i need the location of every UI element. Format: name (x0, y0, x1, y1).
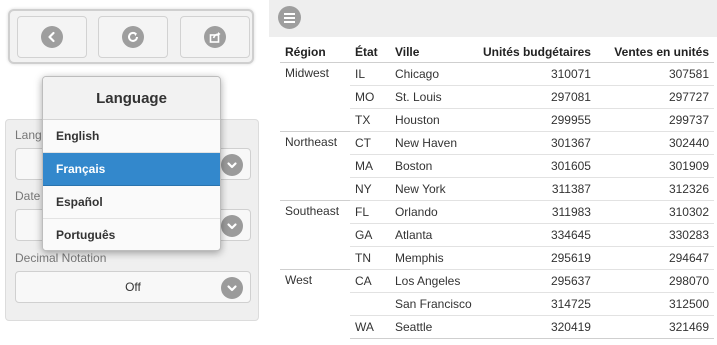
sales-units-cell: 301909 (595, 153, 714, 177)
column-header-sales-units[interactable]: Ventes en unités (595, 42, 714, 63)
sales-units-cell: 299737 (595, 107, 714, 131)
column-header-budget-units[interactable]: Unités budgétaires (477, 42, 596, 63)
budget-units-cell: 334645 (477, 222, 596, 246)
chevron-down-icon[interactable] (221, 215, 243, 237)
decimal-notation-value: Off (125, 280, 141, 294)
city-cell: Atlanta (389, 222, 478, 246)
menu-icon[interactable] (278, 6, 301, 29)
state-cell: NY (349, 176, 390, 200)
refresh-button[interactable] (98, 16, 168, 58)
chevron-down-icon[interactable] (221, 154, 243, 176)
state-cell: CT (349, 130, 390, 154)
sales-units-cell: 330283 (595, 222, 714, 246)
sales-units-cell: 298070 (595, 268, 714, 292)
state-cell: CA (349, 268, 390, 292)
state-cell: FL (349, 199, 390, 223)
state-cell: MO (349, 84, 390, 108)
toolbar (8, 9, 254, 64)
language-option-espanol[interactable]: Español (43, 186, 220, 219)
sales-units-cell: 302440 (595, 130, 714, 154)
column-header-state[interactable]: État (349, 42, 390, 63)
city-cell: Memphis (389, 245, 478, 269)
chevron-down-icon[interactable] (221, 277, 243, 299)
language-option-english[interactable]: English (43, 120, 220, 153)
region-cell: Northeast (280, 130, 350, 200)
budget-units-cell: 301605 (477, 153, 596, 177)
table-row[interactable]: Northeast CT New Haven 301367 302440 (280, 130, 714, 200)
state-cell: WA (349, 314, 390, 339)
budget-units-cell: 311387 (477, 176, 596, 200)
region-cell: West (280, 268, 350, 338)
city-cell: St. Louis (389, 84, 478, 108)
sales-units-cell: 321469 (595, 314, 714, 339)
city-cell: New Haven (389, 130, 478, 154)
budget-units-cell: 295637 (477, 268, 596, 292)
region-cell: Southeast (280, 199, 350, 269)
city-cell: Orlando (389, 199, 478, 223)
city-cell: Los Angeles (389, 268, 478, 292)
left-panel: Language Date Decimal Notation Off Langu… (0, 0, 268, 345)
state-cell: GA (349, 222, 390, 246)
state-cell: TN (349, 245, 390, 269)
state-cell: TX (349, 107, 390, 131)
refresh-icon (122, 26, 144, 48)
region-cell: Midwest (280, 61, 350, 131)
budget-units-cell: 311983 (477, 199, 596, 223)
city-cell: Boston (389, 153, 478, 177)
budget-units-cell: 301367 (477, 130, 596, 154)
language-popup-title: Language (43, 77, 220, 120)
city-cell: New York (389, 176, 478, 200)
right-panel: Région État Ville Unités budgétaires Ven… (269, 0, 717, 345)
language-option-francais[interactable]: Français (43, 153, 220, 186)
data-table: Région État Ville Unités budgétaires Ven… (280, 42, 714, 339)
budget-units-cell: 314725 (477, 291, 596, 315)
table-row[interactable]: Southeast FL Orlando 311983 310302 (280, 199, 714, 269)
sales-units-cell: 307581 (595, 61, 714, 85)
decimal-notation-select[interactable]: Off (15, 271, 251, 303)
state-cell (349, 291, 390, 315)
city-cell: San Francisco (389, 291, 478, 315)
column-header-city[interactable]: Ville (389, 42, 478, 63)
city-cell: Chicago (389, 61, 478, 85)
budget-units-cell: 320419 (477, 314, 596, 339)
sales-units-cell: 312500 (595, 291, 714, 315)
share-button[interactable] (180, 16, 250, 58)
city-cell: Houston (389, 107, 478, 131)
share-icon (204, 26, 226, 48)
decimal-notation-label: Decimal Notation (15, 251, 107, 265)
sales-units-cell: 312326 (595, 176, 714, 200)
header-bar (269, 0, 717, 37)
table-body: Midwest IL Chicago 310071 307581 MO St. Louis 2… (280, 61, 714, 339)
state-cell: IL (349, 61, 390, 85)
state-cell: MA (349, 153, 390, 177)
back-button[interactable] (17, 16, 87, 58)
budget-units-cell: 310071 (477, 61, 596, 85)
language-popup: Language English Français Español Portug… (42, 76, 221, 251)
sales-units-cell: 294647 (595, 245, 714, 269)
sales-units-cell: 310302 (595, 199, 714, 223)
table-header-row: Région État Ville Unités budgétaires Ven… (280, 42, 714, 63)
table-row[interactable]: Midwest IL Chicago 310071 307581 (280, 61, 714, 131)
city-cell: Seattle (389, 314, 478, 339)
sales-units-cell: 297727 (595, 84, 714, 108)
language-option-portugues[interactable]: Português (43, 219, 220, 250)
budget-units-cell: 299955 (477, 107, 596, 131)
column-header-region[interactable]: Région (280, 42, 350, 63)
chevron-left-icon (41, 26, 63, 48)
budget-units-cell: 297081 (477, 84, 596, 108)
table-row[interactable]: West CA Los Angeles 295637 298070 (280, 268, 714, 338)
budget-units-cell: 295619 (477, 245, 596, 269)
